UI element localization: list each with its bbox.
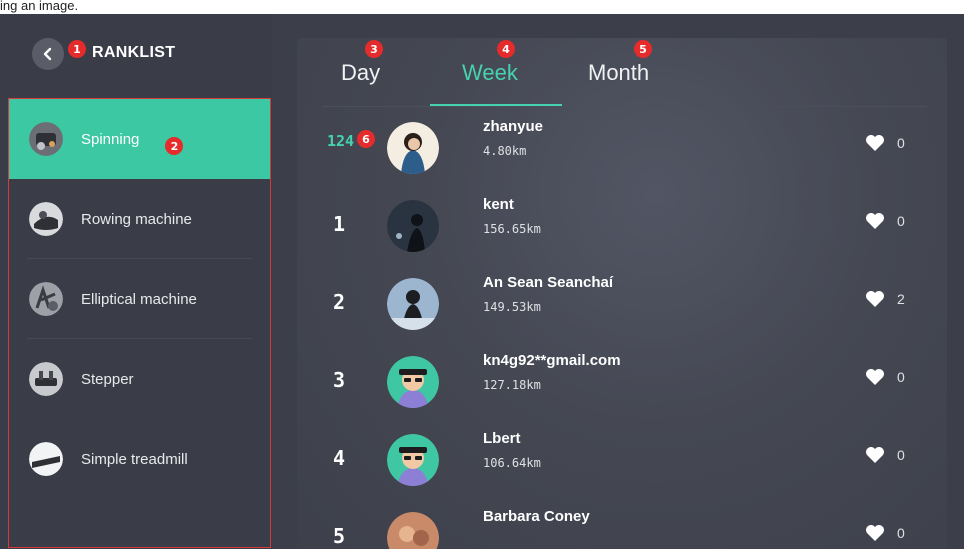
like-count: 0 [897, 369, 905, 385]
sidebar-item-label: Rowing machine [81, 210, 192, 228]
user-name: Lbert [483, 430, 521, 447]
like-button[interactable]: 0 [865, 212, 905, 230]
user-name: Barbara Coney [483, 508, 590, 525]
sidebar-item-label: Spinning [81, 130, 140, 148]
callout-marker-3: 3 [365, 40, 383, 58]
sidebar-item-simple-treadmill[interactable]: Simple treadmill [9, 419, 270, 499]
like-button[interactable]: 0 [865, 368, 905, 386]
like-button[interactable]: 0 [865, 134, 905, 152]
user-distance: 127.18km [483, 378, 541, 392]
sidebar: 1 RANKLIST Spinning 2 Rowing machine Ell… [0, 14, 272, 549]
user-distance: 4.80km [483, 144, 527, 158]
user-distance: 106.64km [483, 456, 541, 470]
spinning-icon [29, 122, 63, 156]
callout-marker-1: 1 [68, 40, 86, 58]
user-name: kent [483, 196, 514, 213]
rowing-machine-icon [29, 202, 63, 236]
table-row[interactable]: 5 Barbara Coney 0 [297, 498, 947, 549]
table-row[interactable]: 1 kent 156.65km 0 [297, 186, 947, 264]
sidebar-item-rowing-machine[interactable]: Rowing machine [9, 179, 270, 259]
back-button[interactable] [32, 38, 64, 70]
user-name: kn4g92**gmail.com [483, 352, 621, 369]
heart-icon [866, 447, 884, 463]
my-rank-row[interactable]: 124 6 zhanyue 4.80km 0 [297, 108, 947, 186]
elliptical-machine-icon [29, 282, 63, 316]
callout-marker-4: 4 [497, 40, 515, 58]
user-name: An Sean Seanchaí [483, 274, 614, 291]
sidebar-header: 1 RANKLIST [0, 14, 272, 96]
sidebar-item-spinning[interactable]: Spinning 2 [9, 99, 270, 179]
simple-treadmill-icon [29, 442, 63, 476]
avatar [387, 512, 439, 549]
callout-marker-6: 6 [357, 130, 375, 148]
table-row[interactable]: 3 kn4g92**gmail.com 127.18km 0 [297, 342, 947, 420]
rank-number: 124 [327, 132, 355, 150]
heart-icon [866, 369, 884, 385]
tab-month[interactable]: Month [588, 60, 649, 86]
tab-week[interactable]: Week [462, 60, 518, 86]
rank-number: 4 [333, 446, 346, 470]
sidebar-item-label: Elliptical machine [81, 290, 197, 308]
sidebar-item-elliptical-machine[interactable]: Elliptical machine [9, 259, 270, 339]
rank-number: 2 [333, 290, 346, 314]
sidebar-item-label: Simple treadmill [81, 450, 188, 468]
callout-marker-5: 5 [634, 40, 652, 58]
table-row[interactable]: 4 Lbert 106.64km 0 [297, 420, 947, 498]
user-distance: 149.53km [483, 300, 541, 314]
avatar [387, 278, 439, 330]
like-button[interactable]: 2 [865, 290, 905, 308]
rank-number: 1 [333, 212, 346, 236]
like-button[interactable]: 0 [865, 446, 905, 464]
like-count: 0 [897, 525, 905, 541]
caption-text: ing an image. [0, 0, 79, 13]
stepper-icon [29, 362, 63, 396]
period-tabs: 3 Day 4 Week 5 Month [297, 38, 947, 107]
sidebar-item-label: Stepper [81, 370, 134, 388]
heart-icon [866, 135, 884, 151]
ranking-panel: 3 Day 4 Week 5 Month 124 6 zhanyue 4.80k… [297, 38, 947, 549]
heart-icon [866, 291, 884, 307]
user-distance: 156.65km [483, 222, 541, 236]
heart-icon [866, 525, 884, 541]
like-count: 2 [897, 291, 905, 307]
like-count: 0 [897, 135, 905, 151]
like-count: 0 [897, 447, 905, 463]
page: ing an image. 1 RANKLIST Spinning 2 Rowi… [0, 0, 964, 549]
heart-icon [866, 213, 884, 229]
ranklist-app: 1 RANKLIST Spinning 2 Rowing machine Ell… [0, 14, 964, 549]
avatar [387, 356, 439, 408]
equipment-list: Spinning 2 Rowing machine Elliptical mac… [8, 98, 271, 548]
avatar [387, 434, 439, 486]
like-button[interactable]: 0 [865, 524, 905, 542]
rank-number: 3 [333, 368, 346, 392]
table-row[interactable]: 2 An Sean Seanchaí 149.53km 2 [297, 264, 947, 342]
avatar [387, 122, 439, 174]
sidebar-item-stepper[interactable]: Stepper [9, 339, 270, 419]
like-count: 0 [897, 213, 905, 229]
rank-number: 5 [333, 524, 346, 548]
tab-day[interactable]: Day [341, 60, 380, 86]
avatar [387, 200, 439, 252]
page-title: RANKLIST [92, 44, 176, 61]
user-name: zhanyue [483, 118, 544, 135]
tabs-divider [322, 106, 927, 107]
chevron-left-icon [43, 47, 52, 61]
callout-marker-2: 2 [165, 137, 184, 155]
